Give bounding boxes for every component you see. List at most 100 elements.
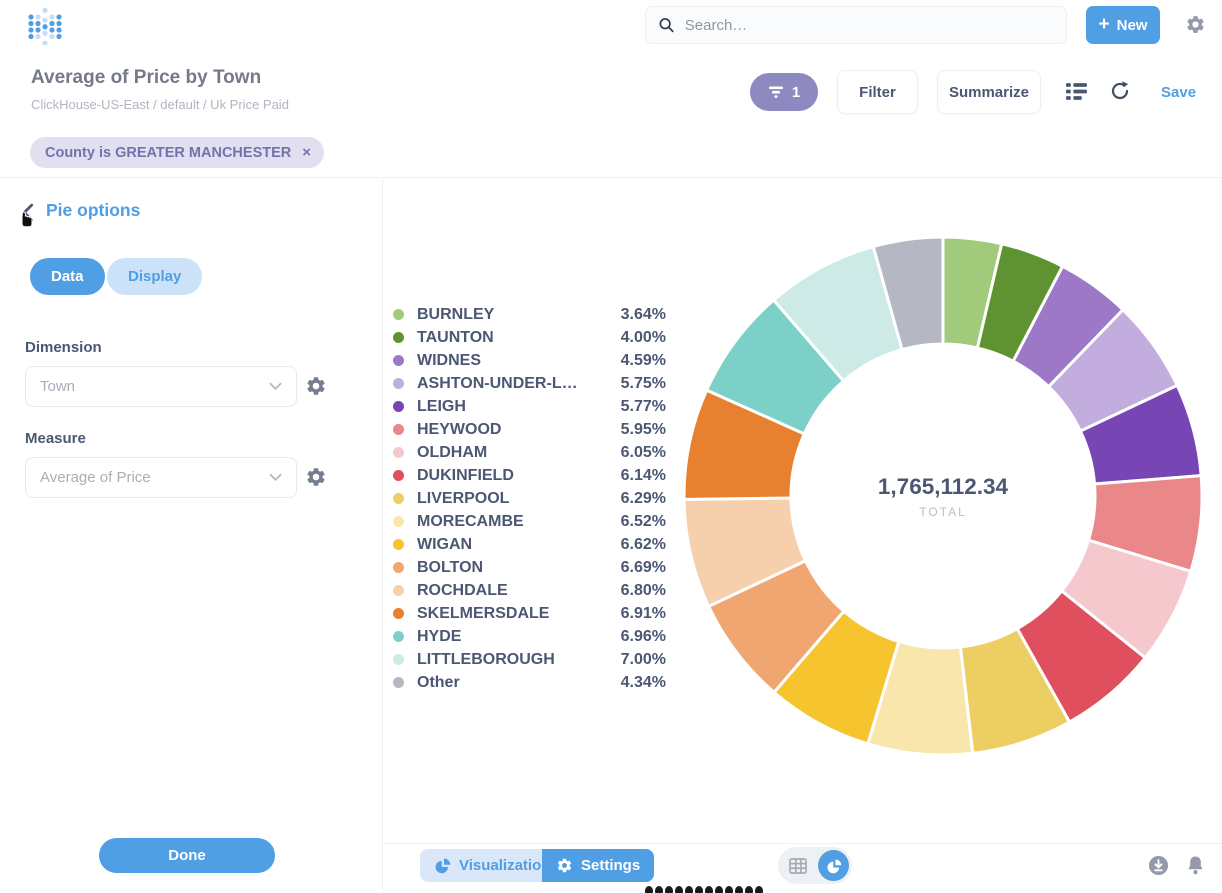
- legend-percent: 6.80%: [621, 582, 666, 600]
- legend-percent: 4.34%: [621, 674, 666, 692]
- legend-item[interactable]: ROCHDALE6.80%: [393, 579, 666, 602]
- chevron-down-icon: [269, 382, 282, 391]
- legend-dot: [393, 539, 404, 550]
- legend-label: LITTLEBOROUGH: [417, 651, 621, 669]
- legend-label: WIDNES: [417, 352, 621, 370]
- legend-percent: 4.59%: [621, 352, 666, 370]
- legend-item[interactable]: Other4.34%: [393, 671, 666, 694]
- legend-label: TAUNTON: [417, 329, 621, 347]
- display-toggle: [778, 847, 852, 884]
- legend-label: WIGAN: [417, 536, 621, 554]
- legend-item[interactable]: OLDHAM6.05%: [393, 441, 666, 464]
- legend-percent: 6.05%: [621, 444, 666, 462]
- mouse-cursor: [17, 209, 37, 229]
- filter-button[interactable]: Filter: [837, 70, 918, 114]
- clipped-dots-artifact: [645, 886, 775, 893]
- refresh-icon[interactable]: [1109, 80, 1131, 102]
- dimension-select[interactable]: Town: [25, 366, 297, 407]
- legend-dot: [393, 608, 404, 619]
- legend-item[interactable]: HYDE6.96%: [393, 625, 666, 648]
- gear-icon[interactable]: [1185, 14, 1206, 35]
- legend-item[interactable]: LIVERPOOL6.29%: [393, 487, 666, 510]
- chart-total: 1,765,112.34 TOTAL: [833, 474, 1053, 519]
- legend-dot: [393, 355, 404, 366]
- dimension-label: Dimension: [25, 339, 102, 356]
- page-title: Average of Price by Town: [31, 67, 261, 89]
- legend-item[interactable]: BOLTON6.69%: [393, 556, 666, 579]
- plus-icon: +: [1099, 14, 1110, 36]
- legend-percent: 6.29%: [621, 490, 666, 508]
- tab-data[interactable]: Data: [30, 258, 105, 295]
- done-button[interactable]: Done: [99, 838, 275, 873]
- legend-item[interactable]: SKELMERSDALE6.91%: [393, 602, 666, 625]
- table-icon[interactable]: [788, 856, 808, 876]
- summarize-button[interactable]: Summarize: [937, 70, 1041, 114]
- chevron-down-icon: [269, 473, 282, 482]
- legend-percent: 6.62%: [621, 536, 666, 554]
- sidebar-divider: [382, 178, 383, 893]
- legend-item[interactable]: LEIGH5.77%: [393, 395, 666, 418]
- legend-dot: [393, 332, 404, 343]
- pie-legend: BURNLEY3.64%TAUNTON4.00%WIDNES4.59%ASHTO…: [393, 303, 666, 694]
- legend-label: BURNLEY: [417, 306, 621, 324]
- measure-value: Average of Price: [40, 469, 269, 486]
- funnel-icon: [768, 85, 784, 99]
- legend-label: ASHTON-UNDER-L…: [417, 375, 621, 393]
- filter-badge-button[interactable]: 1: [750, 73, 818, 111]
- legend-item[interactable]: ASHTON-UNDER-L…5.75%: [393, 372, 666, 395]
- tab-display[interactable]: Display: [107, 258, 202, 295]
- notebook-icon[interactable]: [1065, 80, 1088, 103]
- legend-label: BOLTON: [417, 559, 621, 577]
- legend-dot: [393, 654, 404, 665]
- legend-percent: 5.75%: [621, 375, 666, 393]
- legend-percent: 6.14%: [621, 467, 666, 485]
- dimension-value: Town: [40, 378, 269, 395]
- pie-chart-icon: [434, 857, 451, 874]
- download-icon[interactable]: [1148, 855, 1169, 876]
- legend-item[interactable]: BURNLEY3.64%: [393, 303, 666, 326]
- legend-dot: [393, 401, 404, 412]
- legend-item[interactable]: HEYWOOD5.95%: [393, 418, 666, 441]
- legend-item[interactable]: WIGAN6.62%: [393, 533, 666, 556]
- legend-item[interactable]: LITTLEBOROUGH7.00%: [393, 648, 666, 671]
- legend-label: DUKINFIELD: [417, 467, 621, 485]
- legend-dot: [393, 493, 404, 504]
- legend-percent: 6.91%: [621, 605, 666, 623]
- measure-select[interactable]: Average of Price: [25, 457, 297, 498]
- search-input[interactable]: [685, 17, 1054, 34]
- save-button[interactable]: Save: [1161, 84, 1196, 101]
- filter-chip-label: County is GREATER MANCHESTER: [45, 145, 291, 161]
- legend-dot: [393, 309, 404, 320]
- metabase-logo[interactable]: [26, 5, 64, 45]
- legend-percent: 5.95%: [621, 421, 666, 439]
- filter-chip[interactable]: County is GREATER MANCHESTER ×: [30, 137, 324, 168]
- dimension-gear-icon[interactable]: [305, 375, 327, 397]
- legend-item[interactable]: WIDNES4.59%: [393, 349, 666, 372]
- header-divider: [0, 177, 1222, 178]
- close-icon[interactable]: ×: [302, 145, 311, 160]
- legend-item[interactable]: DUKINFIELD6.14%: [393, 464, 666, 487]
- legend-label: MORECAMBE: [417, 513, 621, 531]
- filter-badge-count: 1: [792, 84, 800, 101]
- new-button[interactable]: + New: [1086, 6, 1160, 44]
- bell-icon[interactable]: [1186, 855, 1205, 876]
- settings-button[interactable]: Settings: [542, 849, 654, 882]
- legend-percent: 6.96%: [621, 628, 666, 646]
- legend-dot: [393, 631, 404, 642]
- legend-item[interactable]: MORECAMBE6.52%: [393, 510, 666, 533]
- legend-percent: 3.64%: [621, 306, 666, 324]
- legend-label: Other: [417, 674, 621, 692]
- measure-gear-icon[interactable]: [305, 466, 327, 488]
- legend-label: LEIGH: [417, 398, 621, 416]
- pie-toggle-active[interactable]: [818, 850, 849, 881]
- legend-item[interactable]: TAUNTON4.00%: [393, 326, 666, 349]
- search-bar[interactable]: [645, 6, 1067, 44]
- legend-percent: 6.69%: [621, 559, 666, 577]
- legend-percent: 7.00%: [621, 651, 666, 669]
- legend-dot: [393, 378, 404, 389]
- legend-dot: [393, 447, 404, 458]
- legend-percent: 4.00%: [621, 329, 666, 347]
- legend-percent: 5.77%: [621, 398, 666, 416]
- breadcrumb: ClickHouse-US-East / default / Uk Price …: [31, 97, 289, 112]
- measure-label: Measure: [25, 430, 86, 447]
